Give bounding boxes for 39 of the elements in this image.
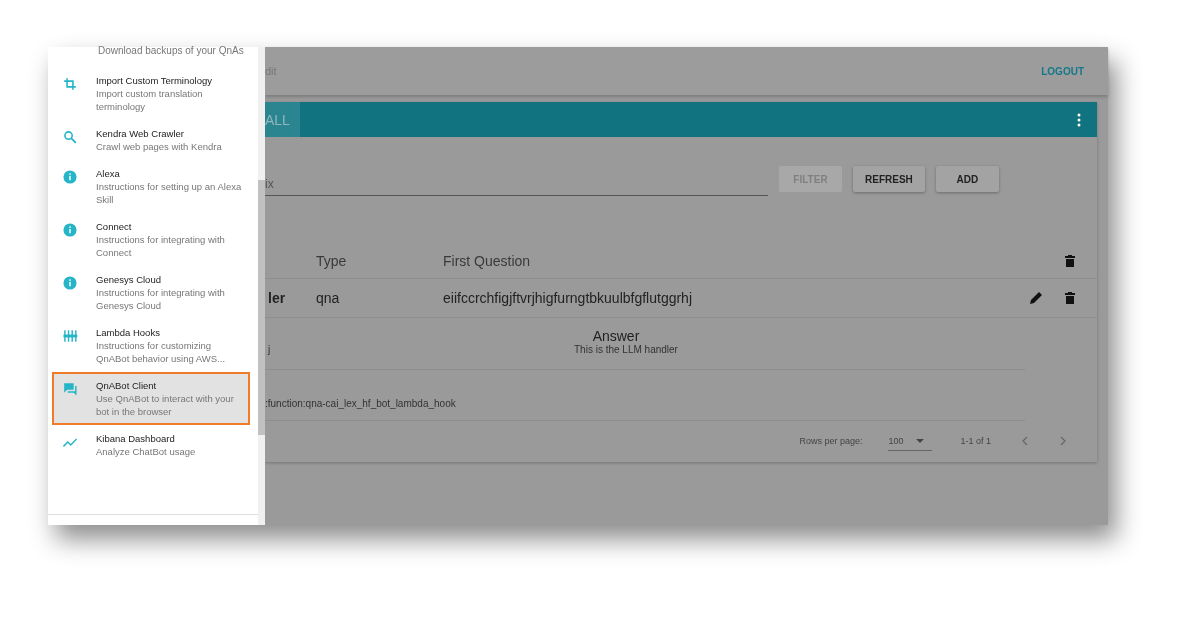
action-button[interactable]: ADD [935, 166, 999, 192]
menu-item-description: Download backups of your QnAs [97, 45, 245, 58]
rows-per-page-select[interactable]: 100 [888, 431, 933, 451]
drawer-menu-item[interactable]: Connect Instructions for integrating with Connect [52, 213, 250, 266]
drawer-menu-item[interactable]: Genesys Cloud Instructions for integrating with Genesys Cloud [52, 266, 250, 319]
action-button[interactable]: REFRESH [853, 166, 925, 192]
menu-item-title: Connect [96, 220, 133, 233]
page-range: 1-1 of 1 [960, 436, 991, 447]
menu-item-description: Instructions for setting up an Alexa Skill [96, 180, 243, 206]
drawer-menu-item[interactable]: Alexa Instructions for setting up an Alexa Skill [52, 160, 250, 213]
menu-item-title: Import Custom Terminology [96, 74, 213, 87]
drawer-menu-item[interactable]: Lambda Hooks Instructions for customizing QnABot behavior using AWS... [52, 319, 250, 372]
lambda-hook-text: :function:qna-cai_lex_hf_bot_lambda_hook [265, 396, 457, 409]
drawer-menu-item[interactable]: Kibana Dashboard Analyze ChatBot usage [52, 425, 250, 465]
menu-item-description: Instructions for integrating with Connect [96, 233, 226, 259]
menu-item-title: Lambda Hooks [96, 326, 161, 339]
menu-item-description: Analyze ChatBot usage [96, 445, 196, 458]
table-cell-text: qna [316, 290, 341, 306]
menu-item-title: Genesys Cloud [96, 273, 162, 286]
detail-text: j [266, 342, 272, 355]
menu-item-title: QnABot Client [96, 379, 158, 392]
menu-item-description: Use QnABot to interact with your bot in the browser [96, 392, 235, 418]
menu-item-description: Instructions for integrating with Genesys Cloud [96, 286, 226, 312]
answer-text: This is the LLM handler [573, 343, 678, 355]
menu-item-title: Kibana Dashboard [96, 432, 176, 445]
menu-item-description: Instructions for customizing QnABot behavior using AWS... [96, 339, 227, 365]
column-header: Type [316, 253, 348, 270]
menu-item-description: Import custom translation terminology [96, 87, 204, 113]
drawer-menu-item[interactable]: Import Custom Terminology Import custom translation terminology [52, 67, 250, 120]
menu-item-description: Crawl web pages with Kendra [96, 140, 222, 153]
drawer-menu-item[interactable]: Kendra Web Crawler Crawl web pages with Kendra [52, 120, 250, 160]
drawer-menu-item[interactable]: QnABot Client Use QnABot to interact with your bot in the browser [52, 372, 250, 425]
menu-item-title: Alexa [96, 167, 121, 180]
table-cell: eiifccrchfigjftvrjhigfurngtbkuulbfgflutggrhj [443, 290, 692, 306]
rows-per-page-label: Rows per page: [799, 436, 863, 447]
table-cell-text: ler [267, 290, 287, 306]
menu-item-title: Kendra Web Crawler [96, 127, 185, 140]
answer-heading: Answer [592, 327, 640, 344]
column-header: First Question [443, 253, 531, 270]
